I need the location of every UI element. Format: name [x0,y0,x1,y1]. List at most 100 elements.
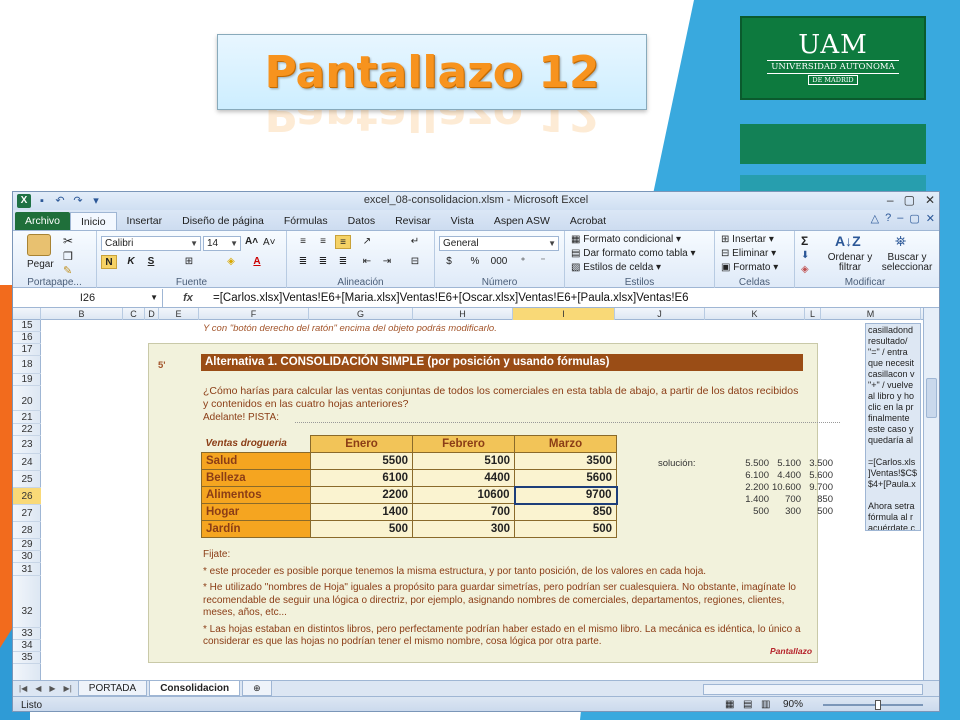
tab-datos[interactable]: Datos [338,212,385,230]
column-header-k[interactable]: K [705,308,805,320]
last-sheet-icon[interactable]: ▶| [64,684,72,693]
row-label[interactable]: Hogar [201,503,311,521]
month-header[interactable]: Marzo [514,435,617,453]
row-header[interactable]: 32 [13,576,41,628]
format-painter-icon[interactable]: ✎ [63,264,72,277]
row-header[interactable]: 23 [13,436,41,454]
horizontal-scrollbar[interactable] [703,684,923,695]
table-cell[interactable]: 10600 [412,486,515,504]
cut-icon[interactable]: ✂ [63,234,73,248]
row-label[interactable]: Belleza [201,469,311,487]
tab-insertar[interactable]: Insertar [117,212,173,230]
decrease-decimal-icon[interactable]: ⁻ [535,255,551,269]
close-button[interactable]: ✕ [925,193,935,207]
row-header[interactable]: 30 [13,551,41,563]
prev-sheet-icon[interactable]: ◀ [35,684,41,693]
tab-diseno-pagina[interactable]: Diseño de página [172,212,274,230]
help-icon[interactable]: ? [885,212,891,225]
row-label[interactable]: Alimentos [201,486,311,504]
table-cell[interactable]: 500 [514,520,617,538]
next-sheet-icon[interactable]: ▶ [49,684,55,693]
doc-close-icon[interactable]: ✕ [926,212,935,225]
insert-cells-button[interactable]: ⊞ Insertar ▾ [721,234,774,245]
delete-cells-button[interactable]: ⊟ Eliminar ▾ [721,248,776,259]
row-header[interactable]: 35 [13,652,41,664]
zoom-level[interactable]: 90% [783,699,803,710]
tab-inicio[interactable]: Inicio [70,212,117,230]
fill-icon[interactable]: ⬇ [801,250,809,261]
decrease-indent-icon[interactable]: ⇤ [359,255,375,269]
column-header-h[interactable]: H [413,308,513,320]
column-header-d[interactable]: D [145,308,159,320]
table-cell[interactable]: 5100 [412,452,515,470]
autosum-button[interactable]: Σ [801,234,808,248]
column-header-e[interactable]: E [159,308,199,320]
table-cell[interactable]: 3500 [514,452,617,470]
sheet-tab-portada[interactable]: PORTADA [77,681,148,696]
paste-button[interactable]: Pegar [27,259,54,270]
column-header-g[interactable]: G [309,308,413,320]
row-header[interactable]: 27 [13,505,41,522]
find-select-button[interactable]: Buscar y seleccionar [877,253,937,273]
increase-indent-icon[interactable]: ⇥ [379,255,395,269]
grow-font-icon[interactable]: A˄ [245,236,258,247]
maximize-button[interactable]: ▢ [904,193,915,207]
align-right-icon[interactable]: ≣ [335,255,351,269]
name-box[interactable]: I26 ▼ [13,288,163,307]
active-cell[interactable]: 9700 [513,485,618,505]
worksheet-grid[interactable]: B C D E F G H I J K L M 15 16 17 18 19 2… [13,308,923,680]
font-name-select[interactable]: Calibri ▼ [101,236,201,251]
row-header[interactable]: 18 [13,356,41,374]
align-left-icon[interactable]: ≣ [295,255,311,269]
page-layout-icon[interactable]: ▤ [743,699,752,710]
row-header[interactable]: 20 [13,386,41,411]
column-header-c[interactable]: C [123,308,145,320]
align-center-icon[interactable]: ≣ [315,255,331,269]
tab-formulas[interactable]: Fórmulas [274,212,338,230]
table-cell[interactable]: 6100 [310,469,413,487]
row-header[interactable]: 26 [13,488,41,505]
align-top-icon[interactable]: ≡ [295,235,311,249]
row-header[interactable]: 29 [13,539,41,551]
orientation-icon[interactable]: ↗ [359,235,375,249]
table-cell[interactable]: 500 [310,520,413,538]
column-header-i[interactable]: I [513,308,615,320]
row-header[interactable]: 34 [13,640,41,652]
row-header[interactable]: 15 [13,320,41,332]
new-sheet-icon[interactable]: ⊕ [242,681,272,696]
formula-input[interactable]: =[Carlos.xlsx]Ventas!E6+[Maria.xlsx]Vent… [213,292,689,304]
align-bottom-icon[interactable]: ≡ [335,235,351,249]
tab-aspen-asw[interactable]: Aspen ASW [484,212,560,230]
zoom-slider-knob[interactable] [875,700,881,710]
bold-button[interactable]: N [101,255,117,269]
row-header[interactable]: 25 [13,471,41,488]
align-middle-icon[interactable]: ≡ [315,235,331,249]
sort-filter-icon[interactable]: A↓Z [835,233,861,249]
row-label[interactable]: Salud [201,452,311,470]
shrink-font-icon[interactable]: A˅ [263,237,276,248]
format-as-table-button[interactable]: ▤ Dar formato como tabla ▾ [571,248,696,259]
accounting-format-icon[interactable]: $ [441,255,457,269]
fill-color-icon[interactable]: ◈ [223,255,239,269]
minimize-button[interactable]: – [887,193,894,207]
row-header[interactable]: 16 [13,332,41,344]
table-cell[interactable]: 850 [514,503,617,521]
percent-style-button[interactable]: % [467,255,483,269]
number-format-select[interactable]: General ▼ [439,236,559,251]
italic-button[interactable]: K [123,255,139,269]
normal-view-icon[interactable]: ▦ [725,699,734,710]
doc-restore-icon[interactable]: ▢ [909,212,919,225]
table-cell[interactable]: 4400 [412,469,515,487]
binoculars-icon[interactable]: ⛯ [895,233,906,250]
table-cell[interactable]: 2200 [310,486,413,504]
row-header[interactable]: 33 [13,628,41,640]
row-header[interactable]: 17 [13,344,41,356]
select-all-corner[interactable] [13,308,41,320]
wrap-text-icon[interactable]: ↵ [407,235,423,249]
column-header-j[interactable]: J [615,308,705,320]
minimize-ribbon-icon[interactable]: △ [871,212,879,225]
row-header[interactable]: 24 [13,454,41,471]
doc-minimize-icon[interactable]: – [897,212,903,225]
insert-function-icon[interactable]: fx [163,292,213,304]
page-break-icon[interactable]: ▥ [761,699,770,710]
